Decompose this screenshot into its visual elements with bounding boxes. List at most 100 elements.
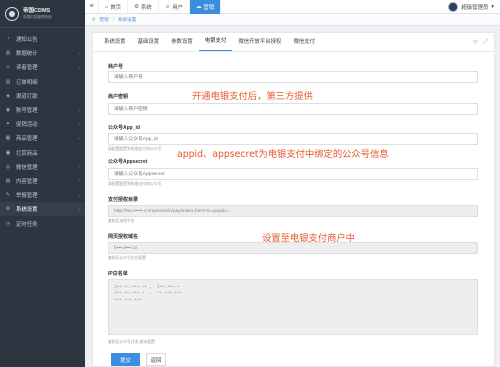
top-nav-item[interactable]: ☺ 用户 bbox=[159, 0, 191, 14]
ip-whitelist-field: 1••.••.•••.•• , 1••.•••.• 1••.••.•••.• ,… bbox=[108, 279, 478, 335]
brand-subtitle: 帝国内容管理系统 bbox=[23, 14, 52, 19]
appid-help: 请配置配置到电银支付的公众号 bbox=[108, 147, 162, 151]
domain-help: 复制至公众号后台配置 bbox=[108, 256, 146, 260]
sidebar-item[interactable]: ▦ 商品管理 ‹ bbox=[0, 131, 85, 145]
ip-whitelist-label: IP白名单 bbox=[108, 271, 128, 277]
pay-dir-label: 支付授权目录 bbox=[108, 197, 139, 203]
sidebar-item[interactable]: ◔ 通知公告 bbox=[0, 32, 85, 46]
user-name: 超级管理员 bbox=[461, 5, 489, 11]
sidebar-item[interactable]: ◎ 微信管理 ‹ bbox=[0, 160, 85, 174]
settings-tabs: 系统设置 基础设置 参数设置 电银支付 微信开放平台授权 微信支付 bbox=[93, 33, 494, 52]
appid-annotation: appid、appsecret为电银支付中绑定的公众号信息 bbox=[177, 149, 389, 160]
refresh-icon[interactable]: ⟳ bbox=[473, 39, 478, 46]
chevron-left-icon: ‹ bbox=[78, 64, 81, 70]
settings-icon: ⚙ bbox=[5, 206, 11, 213]
sidebar-item-label: 打赏商品 bbox=[16, 150, 38, 157]
sidebar-item-label: 举报管理 bbox=[16, 193, 38, 200]
system-icon: ⚙ bbox=[134, 3, 139, 10]
breadcrumb-item[interactable]: 营销 bbox=[99, 17, 108, 23]
cloud-icon: ☁ bbox=[196, 3, 202, 10]
sidebar-item-label: 定时任务 bbox=[16, 221, 38, 228]
chevron-left-icon: ‹ bbox=[78, 178, 81, 184]
order-icon: ▤ bbox=[5, 78, 11, 85]
sidebar-item-label: 内容管理 bbox=[16, 178, 38, 185]
timer-icon: ◷ bbox=[5, 220, 11, 227]
appsecret-help: 请配置配置到电银支付的公众号 bbox=[108, 182, 162, 186]
sidebar-item-label: 商品管理 bbox=[16, 136, 38, 143]
appid-input[interactable] bbox=[108, 133, 478, 145]
tab[interactable]: 基础设置 bbox=[132, 32, 166, 51]
sidebar-item-label: 通知公告 bbox=[16, 37, 38, 44]
sidebar-item[interactable]: ▤ 订单明细 bbox=[0, 75, 85, 89]
top-bar: ≡ ⌂ 首页 ⚙ 系统 ☺ 用户 ☁ 营销 超级管理员 ▾ bbox=[85, 0, 500, 14]
logo-icon bbox=[5, 6, 19, 21]
chevron-left-icon: ‹ bbox=[78, 192, 81, 198]
home-icon: ⌂ bbox=[105, 3, 109, 10]
sidebar-item-label: 促销活动 bbox=[16, 122, 38, 129]
chart-icon: ▥ bbox=[5, 50, 11, 57]
pay-dir-field: http://wx.e••••.cn/mp/weixin/pay/index.h… bbox=[108, 205, 478, 217]
top-nav-item[interactable]: ⌂ 首页 bbox=[99, 0, 129, 14]
settings-panel: 系统设置基础设置参数设置电银支付微信开放平台授权微信支付 ⟳ ⤢ 商户号 商户密… bbox=[92, 32, 495, 367]
breadcrumb-separator: / bbox=[112, 17, 114, 22]
goods2-icon: ▣ bbox=[5, 149, 11, 156]
merchant-no-input[interactable] bbox=[108, 71, 478, 83]
sidebar-item[interactable]: ◷ 定时任务 bbox=[0, 216, 85, 230]
ip-whitelist-help: 复制至公众号开发-基本配置 bbox=[108, 340, 155, 344]
top-nav-label: 营销 bbox=[203, 4, 215, 11]
bell-icon: ◔ bbox=[6, 36, 10, 43]
appid-label: 公众号App_id bbox=[108, 125, 140, 131]
sidebar-item-label: 订单明细 bbox=[16, 79, 38, 86]
top-nav-item[interactable]: ⚙ 系统 bbox=[128, 0, 159, 14]
sidebar-item[interactable]: ▧ 内容管理 ‹ bbox=[0, 174, 85, 188]
top-nav: ⌂ 首页 ⚙ 系统 ☺ 用户 ☁ 营销 bbox=[99, 0, 222, 14]
sidebar-item-label: 读者管理 bbox=[16, 65, 38, 72]
merchant-no-label: 商户号 bbox=[108, 64, 124, 70]
sidebar-item[interactable]: ◈ 渠道打款 bbox=[0, 89, 85, 103]
user-icon: ☺ bbox=[164, 3, 171, 10]
chevron-left-icon: ‹ bbox=[78, 50, 81, 56]
merchant-key-input[interactable] bbox=[108, 103, 478, 115]
expand-icon[interactable]: ⤢ bbox=[483, 39, 488, 46]
top-nav-label: 首页 bbox=[110, 4, 122, 11]
chevron-left-icon: ‹ bbox=[78, 121, 81, 127]
location-icon: ⚲ bbox=[92, 16, 96, 22]
sidebar-item[interactable]: ▣ 打赏商品 bbox=[0, 146, 85, 160]
wechat-icon: ◎ bbox=[5, 163, 11, 170]
sidebar-item[interactable]: ✎ 举报管理 ‹ bbox=[0, 188, 85, 202]
sidebar-item[interactable]: ▥ 数据统计 ‹ bbox=[0, 46, 85, 60]
chevron-left-icon: ‹ bbox=[78, 206, 81, 212]
merchant-annotation: 开通电银支付后，第三方提供 bbox=[192, 91, 313, 102]
breadcrumb-item[interactable]: 系统设置 bbox=[118, 17, 136, 23]
sidebar: 帝国CDMS 帝国内容管理系统 ◔ 通知公告 ▥ 数据统计 ‹ ☺ 读者管理 ‹ ▤ 订单明细 ◈ 渠… bbox=[0, 0, 85, 367]
chevron-left-icon: ‹ bbox=[78, 164, 81, 170]
brand-logo[interactable]: 帝国CDMS 帝国内容管理系统 bbox=[0, 0, 85, 28]
gift-icon: ◈ bbox=[6, 92, 10, 99]
menu-toggle-icon[interactable]: ≡ bbox=[85, 0, 99, 14]
tab[interactable]: 微信开放平台授权 bbox=[232, 32, 287, 51]
sidebar-item[interactable]: ☺ 读者管理 ‹ bbox=[0, 60, 85, 74]
domain-annotation: 设置至电银支付商户中 bbox=[262, 233, 355, 244]
tab[interactable]: 电银支付 bbox=[198, 32, 233, 51]
sidebar-item[interactable]: ⚙ 系统设置 ‹ bbox=[0, 202, 85, 217]
tab[interactable]: 参数设置 bbox=[165, 32, 199, 51]
sidebar-menu: ◔ 通知公告 ▥ 数据统计 ‹ ☺ 读者管理 ‹ ▤ 订单明细 ◈ 渠道打款 ◉ 账号管理 ‹ ✦ 促销活动 ‹ ▦… bbox=[0, 28, 85, 231]
goods-icon: ▦ bbox=[5, 135, 11, 142]
back-button[interactable]: 返回 bbox=[146, 353, 166, 366]
submit-button[interactable]: 提交 bbox=[111, 353, 140, 366]
sidebar-item-label: 数据统计 bbox=[16, 51, 38, 58]
appsecret-input[interactable] bbox=[108, 168, 478, 180]
tab[interactable]: 系统设置 bbox=[98, 32, 132, 51]
caret-down-icon: ▾ bbox=[491, 4, 494, 10]
tab[interactable]: 微信支付 bbox=[287, 32, 321, 51]
account-icon: ◉ bbox=[5, 107, 11, 114]
users-icon: ☺ bbox=[5, 64, 11, 71]
feedback-icon: ✎ bbox=[5, 192, 11, 199]
pay-dir-help: 复制至电银平台 bbox=[108, 219, 135, 223]
sidebar-item[interactable]: ✦ 促销活动 ‹ bbox=[0, 117, 85, 131]
user-menu[interactable]: 超级管理员 ▾ bbox=[448, 2, 494, 12]
content-icon: ▧ bbox=[5, 177, 11, 184]
sidebar-item[interactable]: ◉ 账号管理 ‹ bbox=[0, 103, 85, 117]
top-nav-item[interactable]: ☁ 营销 bbox=[190, 0, 222, 14]
breadcrumb: ⚲ 营销 / 系统设置 bbox=[85, 14, 500, 26]
